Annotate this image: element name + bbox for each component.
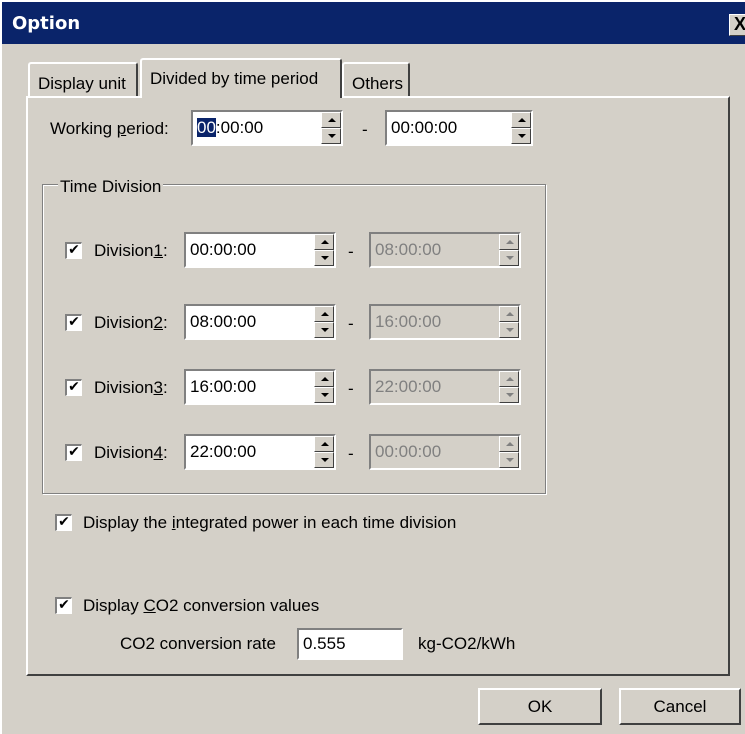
tab-others-label: Others [352, 74, 404, 93]
tab-display-unit-label: Display unit [38, 74, 126, 93]
option-dialog: Option X Display unit Divided by time pe… [0, 0, 745, 734]
window-title: Option [12, 13, 81, 34]
cancel-button[interactable]: Cancel [619, 688, 741, 725]
tab-panel [26, 96, 730, 676]
tab-divided-label: Divided by time period [150, 69, 319, 88]
tab-display-unit[interactable]: Display unit [28, 62, 138, 98]
title-bar: Option [2, 2, 745, 44]
tab-divided-by-time-period[interactable]: Divided by time period [140, 58, 342, 98]
close-button[interactable]: X [729, 14, 745, 36]
tab-others[interactable]: Others [342, 62, 410, 98]
ok-button[interactable]: OK [478, 688, 602, 725]
